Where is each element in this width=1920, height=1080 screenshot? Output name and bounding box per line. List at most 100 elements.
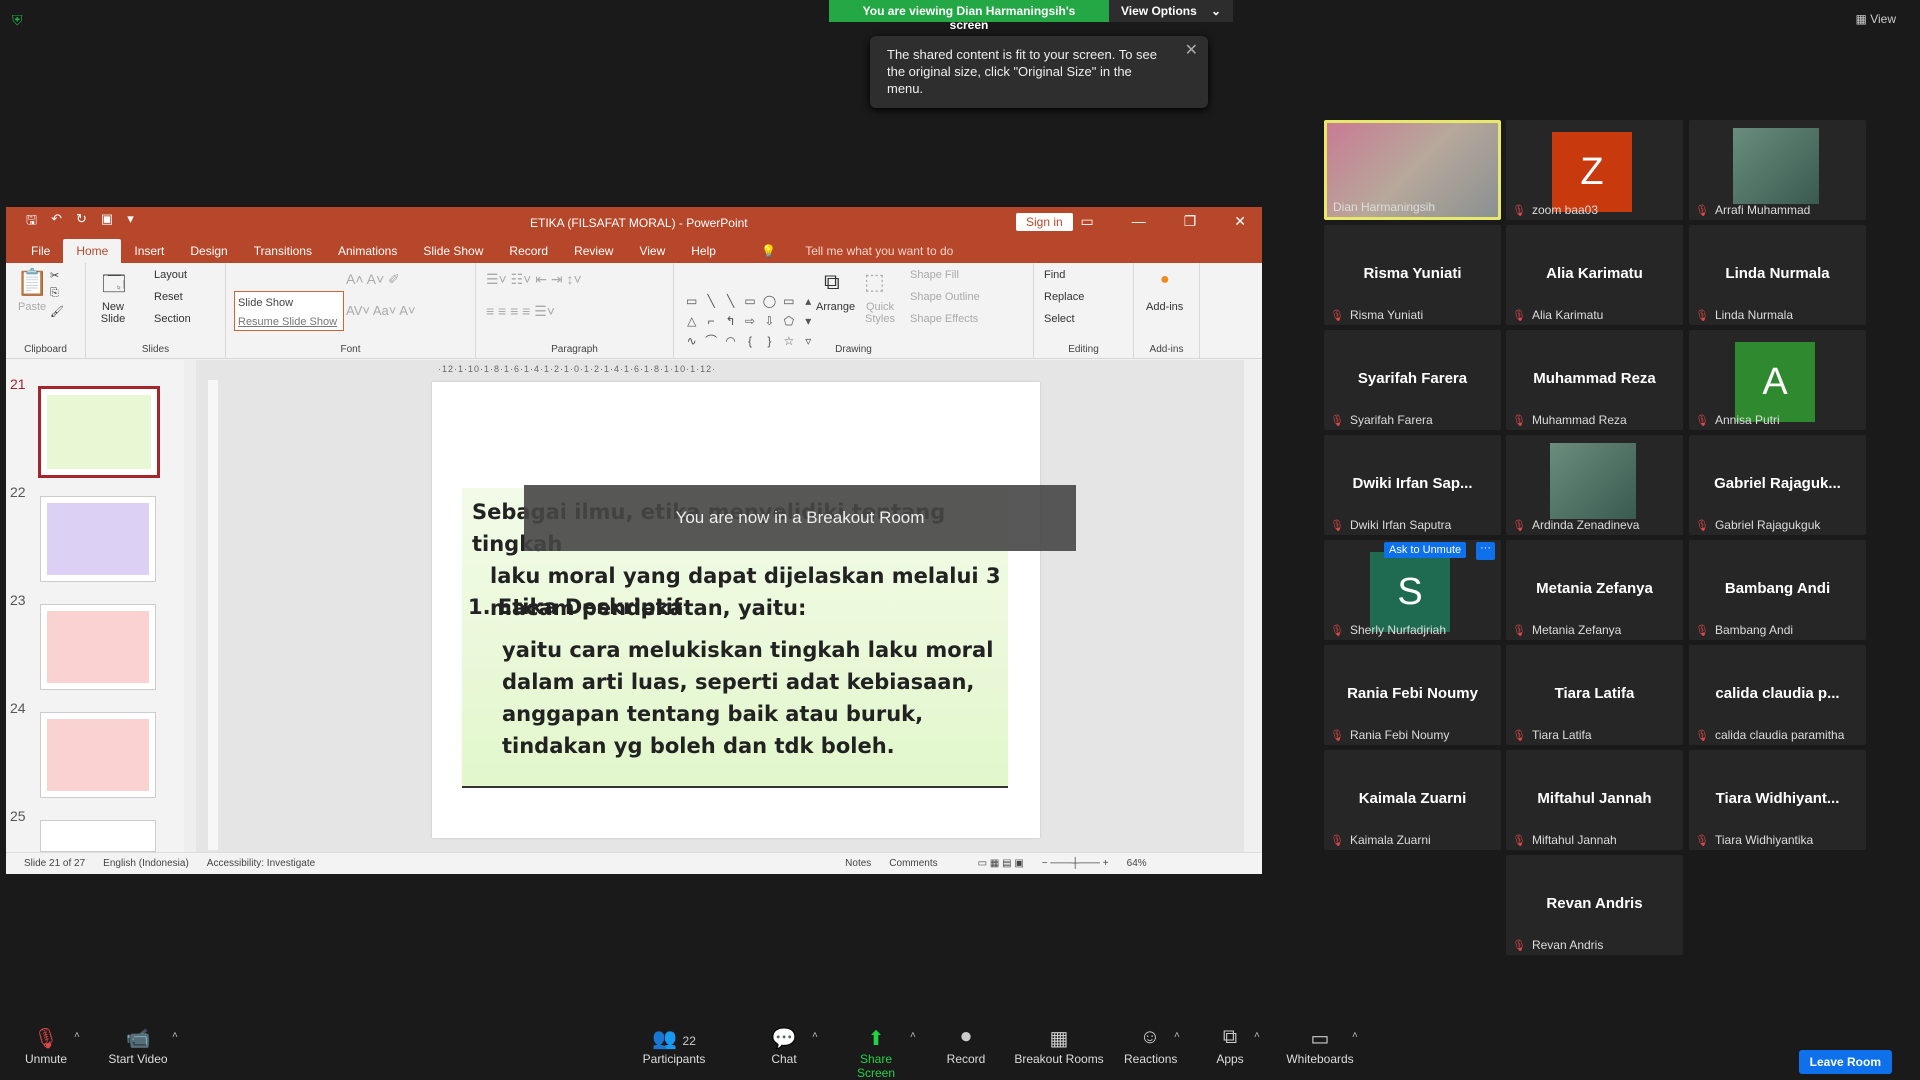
participant-tile[interactable]: Linda Nurmala 🎙 Linda Nurmala — [1689, 225, 1866, 325]
minimize-icon[interactable]: — — [1132, 213, 1146, 230]
participant-tile[interactable]: Bambang Andi 🎙 Bambang Andi — [1689, 540, 1866, 640]
slide-scrollbar[interactable] — [1244, 360, 1262, 852]
whiteboards-button[interactable]: ▭ Whiteboards — [1284, 1026, 1356, 1066]
start-video-button[interactable]: 📹 Start Video — [106, 1026, 170, 1066]
participant-tile[interactable]: 🎙 Arrafi Muhammad — [1689, 120, 1866, 220]
participant-tile[interactable]: Gabriel Rajaguk... 🎙 Gabriel Rajagukguk — [1689, 435, 1866, 535]
new-slide-button[interactable]: New Slide — [96, 301, 130, 325]
participant-tile[interactable]: Miftahul Jannah 🎙 Miftahul Jannah — [1506, 750, 1683, 850]
breakout-rooms-button[interactable]: ▦ Breakout Rooms — [1014, 1026, 1104, 1066]
list-controls[interactable]: ☰˅ ☷˅ ⇤ ⇥ ↕˅ — [486, 271, 582, 288]
chevron-up-icon[interactable]: ˄ — [1352, 1030, 1358, 1041]
replace-button[interactable]: Replace — [1044, 291, 1084, 303]
participant-tile[interactable]: Muhammad Reza 🎙 Muhammad Reza — [1506, 330, 1683, 430]
arrange-icon[interactable]: ⧉ — [824, 269, 840, 295]
chevron-up-icon[interactable]: ˄ — [1174, 1030, 1180, 1041]
tab-help[interactable]: Help — [678, 239, 729, 263]
share-screen-button[interactable]: ⬆ Share Screen — [840, 1026, 912, 1080]
paste-label[interactable]: Paste — [18, 301, 46, 313]
paste-icon[interactable]: 📋 — [16, 267, 48, 298]
reactions-button[interactable]: ☺ Reactions — [1124, 1026, 1177, 1066]
chevron-up-icon[interactable]: ˄ — [910, 1030, 916, 1041]
participant-tile[interactable]: Metania Zefanya 🎙 Metania Zefanya — [1506, 540, 1683, 640]
tab-slide-show[interactable]: Slide Show — [410, 239, 496, 263]
participant-tile[interactable]: Rania Febi Noumy 🎙 Rania Febi Noumy — [1324, 645, 1501, 745]
format-painter-icon[interactable]: 🖌 — [50, 305, 64, 318]
redo-icon[interactable]: ↻ — [76, 211, 87, 233]
slide-thumb-22[interactable] — [40, 496, 156, 582]
ask-to-unmute-button[interactable]: Ask to Unmute — [1384, 542, 1467, 558]
tab-file[interactable]: File — [18, 239, 63, 263]
tab-animations[interactable]: Animations — [325, 239, 410, 263]
slide-thumb-24[interactable] — [40, 712, 156, 798]
participant-tile[interactable]: Z 🎙 zoom baa03 — [1506, 120, 1683, 220]
participant-tile[interactable]: Tiara Widhiyant... 🎙 Tiara Widhiyantika — [1689, 750, 1866, 850]
zoom-slider[interactable]: − ───┼─── + — [1042, 858, 1109, 869]
participant-tile[interactable]: Dian Harmaningsih — [1324, 120, 1501, 220]
notes-button[interactable]: Notes — [845, 858, 871, 869]
participant-tile[interactable]: 🎙 Ardinda Zenadineva — [1506, 435, 1683, 535]
participant-tile[interactable]: A 🎙 Annisa Putri — [1689, 330, 1866, 430]
participant-tile[interactable]: Tiara Latifa 🎙 Tiara Latifa — [1506, 645, 1683, 745]
chevron-up-icon[interactable]: ˄ — [74, 1030, 80, 1041]
participant-tile[interactable]: Alia Karimatu 🎙 Alia Karimatu — [1506, 225, 1683, 325]
chevron-up-icon[interactable]: ˄ — [812, 1030, 818, 1041]
quick-styles-icon[interactable]: ⬚ — [864, 269, 885, 295]
layout-button[interactable]: Layout — [154, 269, 187, 281]
shape-fill-button[interactable]: Shape Fill — [910, 269, 959, 281]
participant-tile[interactable]: Risma Yuniati 🎙 Risma Yuniati — [1324, 225, 1501, 325]
slide-canvas[interactable]: Sebagai ilmu, etika menyelidiki tentang … — [432, 382, 1040, 838]
undo-icon[interactable]: ↶ — [51, 211, 62, 233]
reset-button[interactable]: Reset — [154, 291, 183, 303]
arrange-button[interactable]: Arrange — [816, 301, 855, 313]
customize-icon[interactable]: ▾ — [127, 211, 134, 233]
select-button[interactable]: Select — [1044, 313, 1075, 325]
shapes-gallery[interactable]: ▭ ╲ ╲ ▭ ◯ ▭ ▴ △ ⌐ ↰ ⇨ ⇩ ⬠ ▾ ∿ ⌒ ◠{} ☆ ▿ — [682, 291, 818, 351]
more-options-button[interactable]: ··· — [1476, 542, 1495, 560]
shape-effects-button[interactable]: Shape Effects — [910, 313, 978, 325]
tab-home[interactable]: Home — [63, 239, 122, 263]
find-button[interactable]: Find — [1044, 269, 1065, 281]
close-window-icon[interactable]: ✕ — [1234, 213, 1246, 230]
font-size-controls[interactable]: A˄ A˅ ✐ — [346, 271, 400, 288]
tab-view[interactable]: View — [626, 239, 678, 263]
copy-icon[interactable]: ⎘ — [50, 287, 59, 300]
cut-icon[interactable]: ✂ — [50, 269, 59, 282]
tab-transitions[interactable]: Transitions — [241, 239, 325, 263]
unmute-button[interactable]: 🎙 Unmute — [22, 1026, 70, 1066]
apps-button[interactable]: ⧉ Apps — [1212, 1026, 1248, 1066]
slide-thumb-21[interactable] — [38, 386, 160, 478]
view-button[interactable]: ▦ View — [1856, 12, 1896, 26]
comments-button[interactable]: Comments — [889, 858, 937, 869]
participant-tile[interactable]: calida claudia p... 🎙 calida claudia param… — [1689, 645, 1866, 745]
quick-styles-button[interactable]: Quick Styles — [860, 301, 900, 325]
chevron-up-icon[interactable]: ˄ — [172, 1030, 178, 1041]
shape-outline-button[interactable]: Shape Outline — [910, 291, 980, 303]
participants-button[interactable]: 👥 22 Participants — [642, 1026, 706, 1066]
tell-me-search[interactable]: 💡 Tell me what you want to do — [735, 239, 979, 263]
slide-thumb-25[interactable] — [40, 820, 156, 852]
save-icon[interactable]: 🖫 — [26, 211, 37, 233]
language-status[interactable]: English (Indonesia) — [103, 858, 189, 869]
new-slide-icon[interactable]: 🗔 — [102, 267, 126, 305]
tab-review[interactable]: Review — [561, 239, 626, 263]
view-mode-icons[interactable]: ▭ ▦ ▤ ▣ — [978, 858, 1024, 869]
addins-button[interactable]: Add-ins — [1146, 301, 1183, 313]
zoom-level[interactable]: 64% — [1127, 858, 1147, 869]
restore-icon[interactable]: ❐ — [1184, 213, 1197, 230]
tab-design[interactable]: Design — [177, 239, 240, 263]
participant-tile[interactable]: Syarifah Farera 🎙 Syarifah Farera — [1324, 330, 1501, 430]
close-icon[interactable]: ✕ — [1185, 42, 1198, 59]
view-options-button[interactable]: View Options ⌄ — [1109, 0, 1233, 22]
section-button[interactable]: Section — [154, 313, 191, 325]
participant-tile[interactable]: Revan Andris 🎙 Revan Andris — [1506, 855, 1683, 955]
slide-show-option[interactable]: Slide Show — [238, 294, 340, 313]
leave-room-button[interactable]: Leave Room — [1798, 1050, 1892, 1074]
participant-tile[interactable]: S Ask to Unmute ··· 🎙 Sherly Nurfadjriah — [1324, 540, 1501, 640]
ribbon-display-icon[interactable]: ▭ — [1080, 213, 1093, 230]
chat-button[interactable]: 💬 Chat — [764, 1026, 804, 1066]
chevron-up-icon[interactable]: ˄ — [1254, 1030, 1260, 1041]
font-case-controls[interactable]: AV˅ Aa˅ A˅ — [346, 303, 416, 318]
thumbnail-scrollbar[interactable] — [184, 360, 196, 852]
align-controls[interactable]: ≡ ≡ ≡ ≡ ☰˅ — [486, 303, 555, 320]
